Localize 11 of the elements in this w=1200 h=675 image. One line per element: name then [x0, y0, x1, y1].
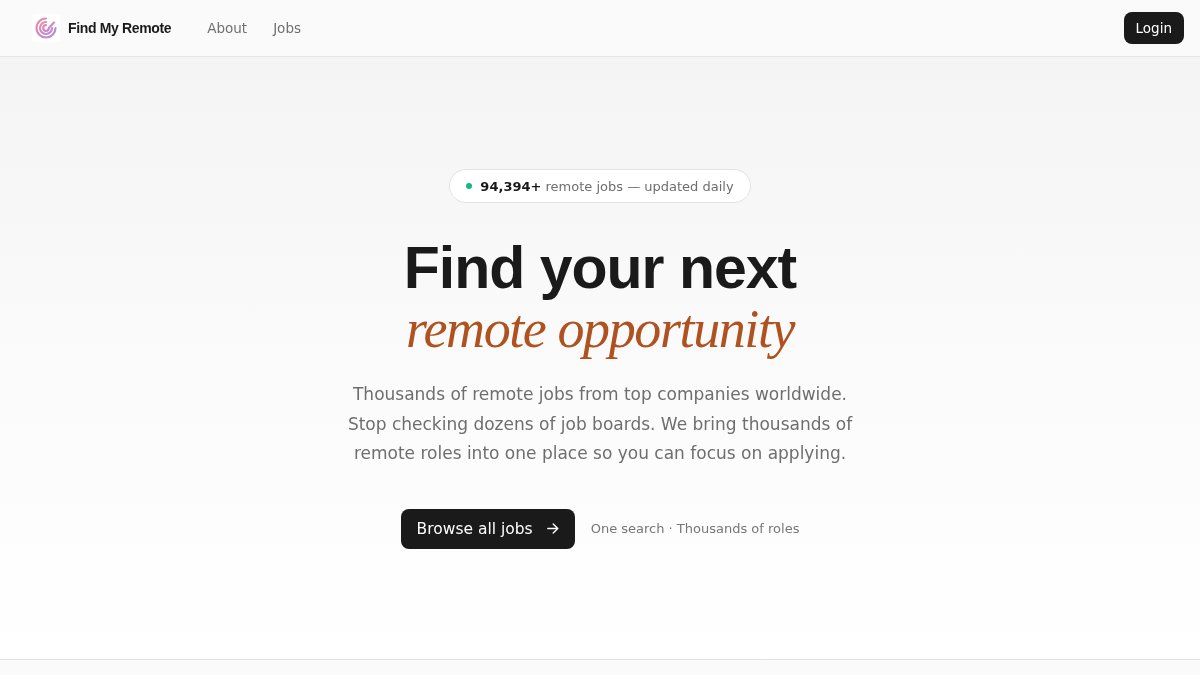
nav-link[interactable]: Jobs [273, 20, 301, 36]
hero-description: Thousands of remote jobs from top companies worldwide. Stop checking dozens of job boards. We bring thousands of remote roles into one place so you can focus on applying. [346, 383, 854, 465]
nav-link[interactable]: About [207, 20, 248, 36]
status-dot-icon [466, 183, 473, 189]
arrow-right-icon [546, 523, 559, 534]
login-button[interactable]: Login [1123, 12, 1184, 44]
site-name[interactable]: Find My Remote [68, 20, 172, 36]
job-count-text: 94,394+ remote jobs — updated daily [480, 178, 734, 194]
cta-note: One search · Thousands of roles [590, 521, 800, 536]
hero-heading: Find your next [403, 239, 797, 298]
browse-jobs-button[interactable]: Browse all jobs [400, 508, 575, 549]
